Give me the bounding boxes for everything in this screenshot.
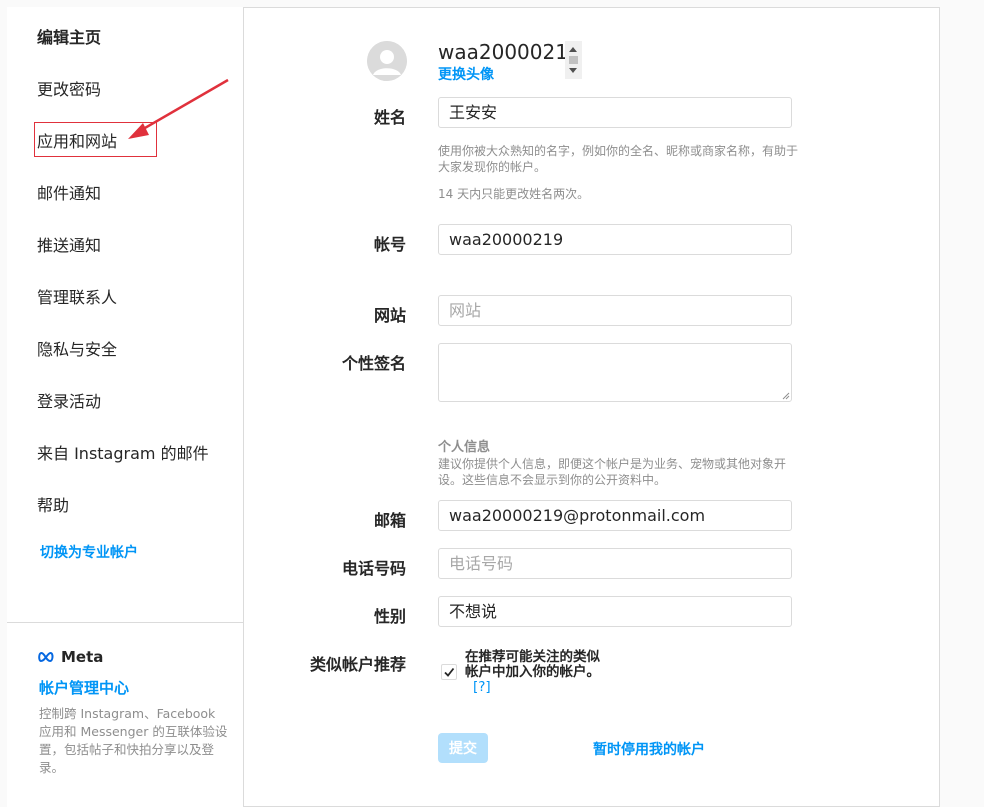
profile-username: waa20000219 — [438, 40, 581, 64]
change-photo-link[interactable]: 更换头像 — [438, 64, 494, 84]
suggestions-text: 在推荐可能关注的类似帐户中加入你的帐户。 — [465, 649, 600, 680]
personal-info-title: 个人信息 — [438, 440, 491, 455]
sidebar-item-help[interactable]: 帮助 — [37, 492, 69, 516]
gender-label: 性别 — [373, 607, 406, 626]
avatar[interactable] — [367, 41, 407, 81]
highlight-box — [34, 122, 157, 157]
name-change-limit-text: 14 天内只能更改姓名两次。 — [438, 187, 590, 201]
name-input[interactable]: 王安安 — [438, 97, 792, 128]
sidebar-item-push-notifications[interactable]: 推送通知 — [37, 232, 101, 256]
accounts-center-link[interactable]: 帐户管理中心 — [39, 677, 129, 698]
sidebar-divider — [7, 622, 243, 623]
switch-professional-link[interactable]: 切换为专业帐户 — [40, 542, 138, 562]
disable-account-link[interactable]: 暂时停用我的帐户 — [593, 739, 705, 759]
suggestions-checkbox-label: 在推荐可能关注的类似帐户中加入你的帐户。[?] — [465, 650, 613, 695]
default-avatar-icon — [367, 41, 407, 81]
scrollbar[interactable] — [565, 41, 582, 79]
sidebar-item-manage-contacts[interactable]: 管理联系人 — [37, 284, 117, 308]
scrollbar-thumb[interactable] — [569, 56, 578, 64]
email-label: 邮箱 — [373, 511, 406, 530]
sidebar-item-email-notifications[interactable]: 邮件通知 — [37, 180, 101, 204]
gender-select[interactable]: 不想说 — [438, 596, 792, 627]
website-label: 网站 — [373, 306, 406, 325]
meta-logo-text: Meta — [61, 648, 104, 666]
username-input[interactable]: waa20000219 — [438, 224, 792, 255]
bio-label: 个性签名 — [341, 354, 406, 373]
username-label: 帐号 — [373, 235, 406, 254]
suggestions-help-link[interactable]: [?] — [473, 679, 491, 695]
submit-button[interactable]: 提交 — [438, 733, 488, 763]
bio-textarea[interactable] — [438, 343, 792, 402]
phone-label: 电话号码 — [341, 559, 406, 578]
phone-input[interactable]: 电话号码 — [438, 548, 792, 579]
meta-infinity-icon — [38, 651, 54, 663]
meta-logo: Meta — [38, 648, 103, 666]
sidebar-item-emails-from-instagram[interactable]: 来自 Instagram 的邮件 — [37, 440, 209, 464]
suggestions-checkbox[interactable] — [441, 664, 457, 680]
sidebar-item-login-activity[interactable]: 登录活动 — [37, 388, 101, 412]
name-label: 姓名 — [373, 108, 406, 127]
name-help-text: 使用你被大众熟知的名字，例如你的全名、昵称或商家名称，有助于大家发现你的帐户。 — [438, 144, 799, 174]
sidebar-item-edit-profile[interactable]: 编辑主页 — [37, 24, 101, 48]
website-input[interactable]: 网站 — [438, 295, 792, 326]
accounts-center-description: 控制跨 Instagram、Facebook 应用和 Messenger 的互联… — [39, 706, 228, 775]
checkmark-icon — [444, 667, 455, 677]
scroll-down-arrow-icon[interactable] — [569, 68, 577, 73]
resize-handle-icon[interactable] — [782, 392, 790, 400]
email-input[interactable]: waa20000219@protonmail.com — [438, 500, 792, 531]
sidebar-item-privacy-security[interactable]: 隐私与安全 — [37, 336, 117, 360]
sidebar-item-change-password[interactable]: 更改密码 — [37, 76, 101, 100]
settings-sidebar: 编辑主页 更改密码 应用和网站 邮件通知 推送通知 管理联系人 隐私与安全 登录… — [7, 7, 244, 807]
suggestions-label: 类似帐户推荐 — [309, 655, 406, 674]
scroll-up-arrow-icon[interactable] — [569, 47, 577, 52]
personal-info-help: 建议你提供个人信息，即便这个帐户是为业务、宠物或其他对象开设。这些信息不会显示到… — [438, 457, 787, 487]
